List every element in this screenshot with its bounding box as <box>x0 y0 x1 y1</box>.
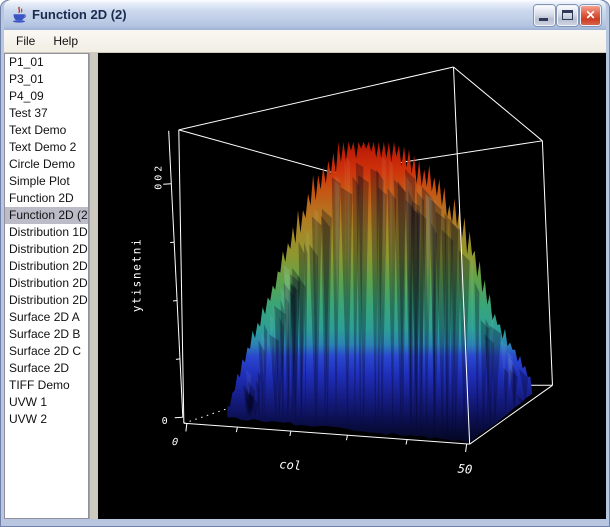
demo-list[interactable]: P1_01P3_01P4_09Test 37Text DemoText Demo… <box>4 53 89 519</box>
menu-bar: File Help <box>4 30 606 53</box>
z-tick-label-200: 2 0 0 <box>154 166 165 190</box>
sidebar-item[interactable]: Text Demo <box>5 122 88 139</box>
x-tick-label-50: 50 <box>457 462 473 477</box>
menu-file[interactable]: File <box>7 31 44 51</box>
svg-text:n: n <box>130 248 143 255</box>
svg-text:2: 2 <box>154 166 165 172</box>
app-window: Function 2D (2) ✕ File Help P1_01P3_01P4… <box>0 0 610 527</box>
svg-text:0: 0 <box>154 175 165 181</box>
sidebar-item[interactable]: P3_01 <box>5 71 88 88</box>
java-coffee-cup-icon <box>10 6 28 24</box>
sidebar-item[interactable]: Test 37 <box>5 105 88 122</box>
sidebar-item[interactable]: P1_01 <box>5 54 88 71</box>
window-content: P1_01P3_01P4_09Test 37Text DemoText Demo… <box>4 53 606 519</box>
plot-canvas[interactable]: 200intensity00col50 <box>98 53 606 519</box>
z-tick-label-0: 0 <box>162 416 168 427</box>
sidebar-item[interactable]: Distribution 2D B <box>5 258 88 275</box>
menu-help[interactable]: Help <box>44 31 87 51</box>
sidebar-item[interactable]: UVW 1 <box>5 394 88 411</box>
z-axis-title: intensity <box>130 239 143 312</box>
sidebar-item[interactable]: P4_09 <box>5 88 88 105</box>
sidebar-item[interactable]: Distribution 2D <box>5 292 88 309</box>
svg-text:t: t <box>130 297 143 304</box>
close-button[interactable]: ✕ <box>580 5 601 26</box>
sidebar-item[interactable]: Surface 2D C <box>5 343 88 360</box>
window-title: Function 2D (2) <box>32 0 534 30</box>
sidebar-item[interactable]: Simple Plot <box>5 173 88 190</box>
sidebar-item[interactable]: Function 2D <box>5 190 88 207</box>
sidebar-divider <box>89 53 98 519</box>
window-controls: ✕ <box>534 5 601 26</box>
minimize-button[interactable] <box>534 5 555 26</box>
svg-text:s: s <box>130 281 143 288</box>
sidebar-item[interactable]: Text Demo 2 <box>5 139 88 156</box>
x-tick-label-0: 0 <box>171 437 178 448</box>
svg-text:n: n <box>130 272 143 279</box>
sidebar-item[interactable]: TIFF Demo <box>5 377 88 394</box>
sidebar-item[interactable]: Distribution 2D A <box>5 241 88 258</box>
svg-text:t: t <box>130 256 143 263</box>
svg-text:0: 0 <box>154 184 165 190</box>
sidebar-item[interactable]: UVW 2 <box>5 411 88 428</box>
svg-text:e: e <box>130 264 143 271</box>
maximize-icon <box>562 10 573 20</box>
sidebar-item[interactable]: Surface 2D A <box>5 309 88 326</box>
close-icon: ✕ <box>585 8 595 22</box>
title-bar[interactable]: Function 2D (2) ✕ <box>4 0 606 30</box>
minimize-icon <box>539 18 548 21</box>
svg-text:i: i <box>130 289 143 296</box>
svg-text:y: y <box>130 305 143 312</box>
sidebar-item[interactable]: Distribution 1D <box>5 224 88 241</box>
x-axis-title: col <box>279 457 302 473</box>
sidebar-item[interactable]: Function 2D (2) <box>5 207 88 224</box>
sidebar-item[interactable]: Surface 2D <box>5 360 88 377</box>
maximize-button[interactable] <box>557 5 578 26</box>
sidebar-item[interactable]: Distribution 2D C <box>5 275 88 292</box>
sidebar-item[interactable]: Circle Demo <box>5 156 88 173</box>
svg-text:i: i <box>130 239 143 246</box>
sidebar-item[interactable]: Surface 2D B <box>5 326 88 343</box>
plot-area[interactable]: 200intensity00col50 <box>98 53 606 519</box>
